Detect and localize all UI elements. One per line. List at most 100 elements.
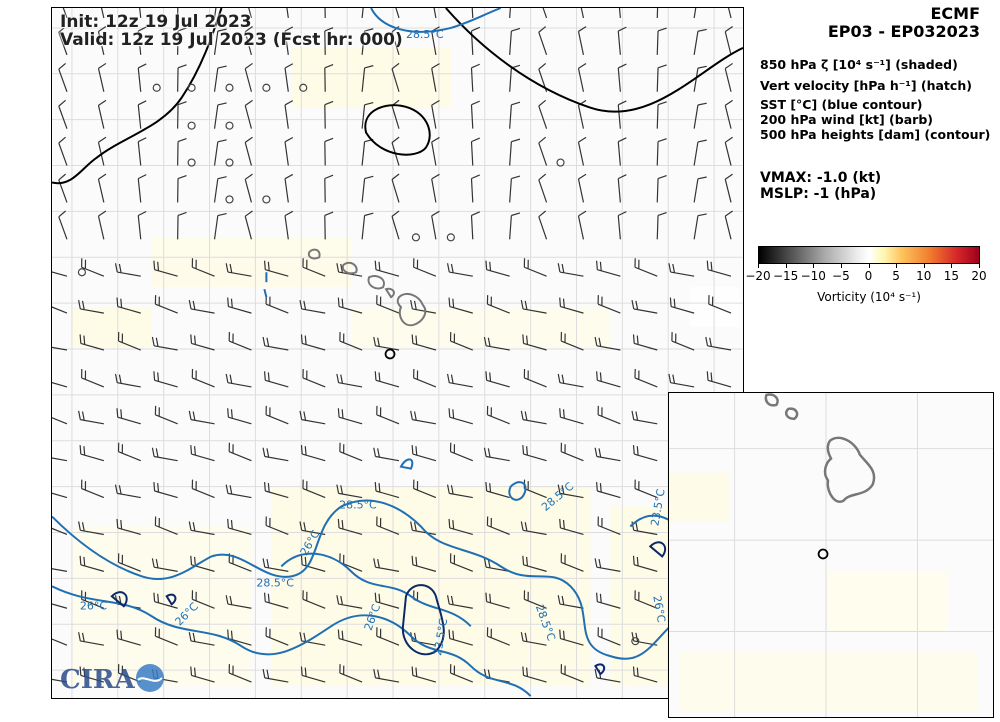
wind-barb (117, 442, 141, 462)
wind-barb (151, 447, 178, 462)
wind-barb (410, 410, 436, 425)
wind-barb (302, 368, 326, 388)
colorbar-ticks: −20 −15 −10 −5 0 5 10 15 20 (745, 264, 987, 284)
wind-barb (225, 373, 252, 388)
wind-barb (724, 26, 733, 56)
wind-barb (433, 8, 437, 19)
wind-barb (177, 211, 187, 240)
wind-barb (213, 176, 227, 203)
wind-barb (509, 8, 511, 19)
colorbar-tick-label: −20 (745, 269, 771, 283)
wind-barb (97, 99, 107, 129)
colorbar-tick-mark (840, 264, 842, 268)
init-time-label: Init: 12z 19 Jul 2023 (60, 12, 252, 32)
wind-barb (449, 442, 474, 462)
wind-barb (262, 336, 289, 351)
island-maui-group (367, 274, 395, 299)
wind-barb (631, 300, 658, 314)
wind-barb (188, 410, 215, 425)
wind-barb (153, 371, 178, 388)
wind-barb (693, 102, 707, 129)
wind-barb (470, 63, 480, 92)
wind-barb (577, 63, 587, 92)
colorbar-tick-label: −10 (800, 269, 826, 283)
wind-barb (324, 211, 334, 240)
sst-label-5: 26°C (80, 599, 107, 612)
wind-barb (137, 63, 147, 92)
wind-barb (300, 445, 326, 462)
info-panel: ECMF EP03 - EP032023 850 hPa ζ [10⁴ s⁻¹]… (745, 0, 995, 392)
sst-contour-pt-2 (263, 288, 268, 298)
wind-barb (52, 306, 68, 314)
vorticity-shading (71, 47, 741, 687)
wind-barb (656, 8, 659, 18)
wind-barb (448, 408, 473, 425)
wind-barb (446, 373, 473, 388)
wind-barb (137, 210, 147, 240)
wind-barb (284, 210, 294, 240)
wind-barb (244, 173, 253, 203)
field-legend: 850 hPa ζ [10⁴ s⁻¹] (shaded) Vert veloci… (760, 57, 990, 142)
wind-barb (431, 136, 440, 166)
wind-barb (376, 405, 400, 425)
colorbar-tick-mark (896, 264, 898, 268)
colorbar-tick-mark (868, 264, 870, 268)
wind-barb (52, 417, 68, 425)
wind-barb (485, 260, 510, 277)
wind-barb (509, 101, 521, 129)
wind-barb (724, 136, 733, 166)
wind-barb (324, 137, 334, 166)
vmax-value: VMAX: -1.0 (kt) (760, 170, 882, 186)
wind-barb (470, 211, 480, 240)
wind-barb (81, 479, 105, 499)
wind-barb (693, 139, 707, 166)
inset-island-big-island (823, 436, 876, 503)
wind-barb (191, 479, 215, 499)
wind-barb (137, 174, 147, 203)
wind-barb (523, 368, 547, 388)
wind-barb (631, 410, 658, 425)
wind-barb (177, 174, 187, 203)
colorbar-tick-mark (813, 264, 815, 268)
inset-vorticity-shading (669, 472, 978, 712)
wind-barb (300, 334, 326, 351)
inset-map[interactable] (668, 392, 994, 718)
wind-barb (446, 263, 473, 277)
wind-barb (509, 27, 521, 55)
wind-barb (154, 405, 178, 425)
wind-barb (361, 212, 374, 240)
wind-barb (52, 568, 68, 572)
wind-barb (632, 445, 658, 462)
wind-barb (520, 410, 547, 425)
sst-label-2: 28.5°C (339, 499, 377, 512)
wind-barb (114, 373, 141, 388)
wind-barb (596, 481, 621, 499)
main-map[interactable]: 28.5°C 28.5°C 26°C 28.5°C 26°C 26°C 23.5… (51, 7, 744, 699)
wind-barb (244, 210, 253, 240)
wind-barb (97, 210, 107, 240)
wind-barb (483, 447, 510, 462)
wind-barb (190, 334, 215, 351)
wind-barb (724, 173, 733, 203)
colorbar: −20 −15 −10 −5 0 5 10 15 20 Vorticity (10⁴ s⁻¹) (745, 246, 987, 316)
wind-barb (724, 62, 733, 92)
wind-barb (213, 139, 227, 166)
wind-barb (58, 99, 68, 129)
colorbar-tick-label: 10 (916, 269, 932, 283)
wind-barb (227, 297, 252, 314)
sst-label-1: 28.5°C (406, 28, 444, 41)
wind-barb (693, 28, 707, 55)
wind-barb (177, 101, 187, 129)
wind-barb (265, 295, 289, 314)
wind-barb (431, 210, 440, 240)
wind-barb (284, 137, 294, 166)
wind-barb (577, 136, 587, 166)
wind-barb (116, 408, 141, 425)
wind-barb (693, 65, 707, 92)
colorbar-tick-label: −5 (832, 269, 850, 283)
wind-barb (188, 300, 215, 314)
wind-barb (78, 410, 104, 425)
wind-barb (284, 173, 294, 203)
wind-barb (594, 447, 621, 462)
wind-barb (213, 65, 227, 92)
